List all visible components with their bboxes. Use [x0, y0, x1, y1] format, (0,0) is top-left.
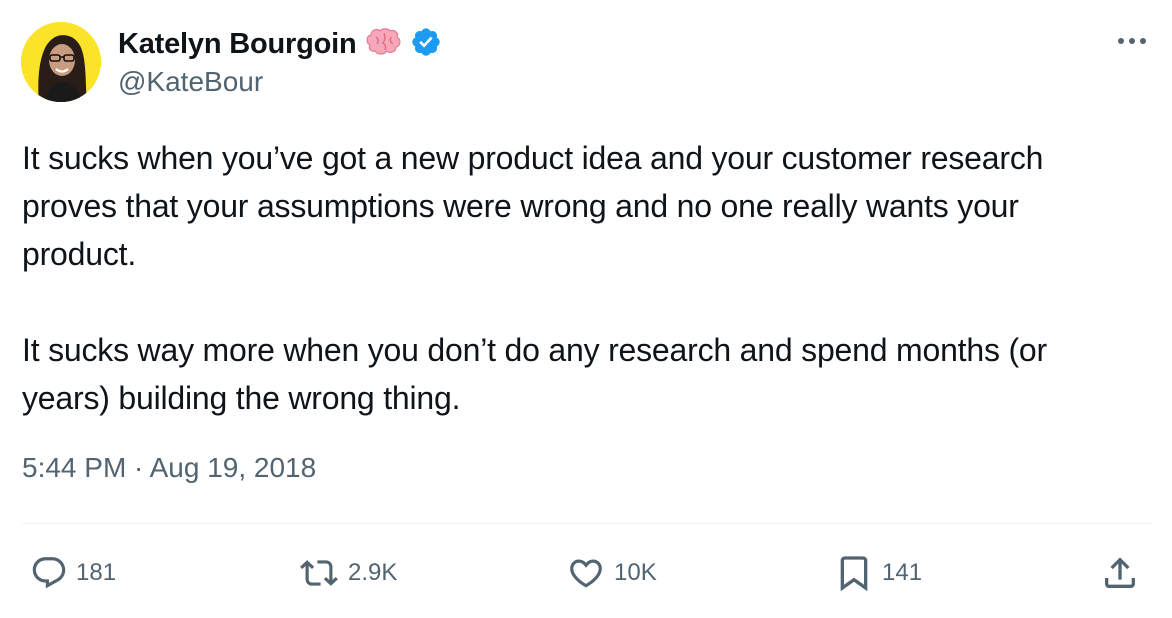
- display-name[interactable]: Katelyn Bourgoin: [118, 28, 357, 61]
- tweet-line: proves that your assumptions were wrong …: [22, 188, 1019, 224]
- divider: [22, 523, 1152, 524]
- tweet-card: Katelyn Bourgoin @KateBour It sucks when…: [0, 0, 1172, 618]
- retweet-button[interactable]: 2.9K: [298, 548, 397, 598]
- brain-emoji-icon: [364, 27, 402, 62]
- like-button[interactable]: 10K: [566, 548, 657, 598]
- user-handle[interactable]: @KateBour: [118, 66, 263, 98]
- reply-icon: [30, 554, 68, 592]
- avatar[interactable]: [21, 22, 101, 102]
- bookmark-icon: [834, 553, 874, 593]
- tweet-timestamp[interactable]: 5:44 PM · Aug 19, 2018: [22, 452, 316, 484]
- retweet-icon: [298, 554, 340, 592]
- bookmark-button[interactable]: 141: [834, 548, 922, 598]
- heart-icon: [566, 554, 606, 592]
- more-options-icon[interactable]: [1112, 24, 1152, 58]
- tweet-text: It sucks when you’ve got a new product i…: [22, 134, 1162, 422]
- share-icon: [1100, 553, 1140, 593]
- retweet-count: 2.9K: [348, 559, 398, 586]
- tweet-line: years) building the wrong thing.: [22, 380, 461, 416]
- share-button[interactable]: [1100, 548, 1140, 598]
- user-name-row: Katelyn Bourgoin: [118, 26, 442, 63]
- verified-badge-icon[interactable]: [410, 26, 442, 63]
- like-count: 10K: [614, 559, 657, 586]
- action-bar: 181 2.9K 10K 141: [0, 548, 1172, 598]
- reply-button[interactable]: 181: [30, 548, 116, 598]
- bookmark-count: 141: [882, 559, 923, 586]
- tweet-line: It sucks when you’ve got a new product i…: [22, 140, 1044, 176]
- reply-count: 181: [76, 559, 117, 586]
- tweet-line: It sucks way more when you don’t do any …: [22, 332, 1047, 368]
- tweet-line: product.: [22, 236, 137, 272]
